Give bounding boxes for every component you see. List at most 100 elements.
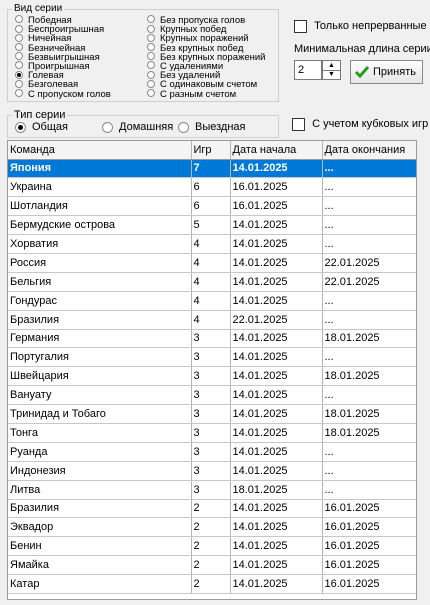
table-row[interactable]: Эквадор 2 14.01.2025 16.01.2025 — [8, 517, 416, 538]
table-row[interactable]: Бермудские острова 5 14.01.2025... — [8, 215, 416, 236]
end-date-cell: ... — [322, 234, 416, 254]
min-length-label: Минимальная длина серии — [294, 43, 430, 55]
table-row[interactable]: Португалия 3 14.01.2025... — [8, 347, 416, 368]
table-row[interactable]: Хорватия 4 14.01.2025... — [8, 234, 416, 254]
table-row[interactable]: Индонезия 3 14.01.2025... — [8, 461, 416, 481]
table-row[interactable]: Бразилия 2 14.01.2025 16.01.2025 — [8, 499, 416, 519]
start-date-cell: 14.01.2025 — [230, 159, 323, 179]
radio-icon[interactable] — [15, 33, 23, 42]
radio-icon[interactable] — [147, 33, 155, 42]
table-row[interactable]: Япония 7 14.01.2025... — [8, 159, 416, 179]
radio-icon[interactable] — [15, 15, 23, 24]
start-date-cell: 14.01.2025 — [230, 423, 323, 443]
vertical-scrollbar[interactable] — [418, 140, 430, 600]
table-row[interactable]: Бельгия 4 14.01.2025 22.01.2025 — [8, 272, 416, 292]
table-row[interactable]: Швейцария 3 14.01.2025 18.01.2025 — [8, 366, 416, 387]
games-cell: 6 — [191, 177, 231, 198]
radio-icon[interactable] — [15, 61, 23, 70]
table-row[interactable]: Вануату 3 14.01.2025... — [8, 385, 416, 406]
table-row[interactable]: Бенин 2 14.01.2025 16.01.2025 — [8, 536, 416, 557]
table-row[interactable]: Ямайка 2 14.01.2025 16.01.2025 — [8, 555, 416, 576]
radio-icon[interactable] — [147, 70, 155, 79]
end-date-cell: 18.01.2025 — [322, 404, 416, 424]
games-cell: 7 — [191, 159, 231, 179]
table-row[interactable]: Германия 3 14.01.2025 18.01.2025 — [8, 329, 416, 349]
cup-games-label: С учетом кубковых игр — [312, 118, 429, 131]
spin-down-icon[interactable]: ▼ — [323, 71, 340, 80]
end-date-cell: 16.01.2025 — [322, 517, 416, 538]
end-date-cell: 16.01.2025 — [322, 536, 416, 557]
team-cell: Вануату — [8, 385, 192, 406]
games-cell: 4 — [191, 253, 231, 273]
end-date-cell: 16.01.2025 — [322, 555, 416, 576]
column-header-start-date[interactable]: Дата начала — [230, 141, 323, 160]
radio-icon[interactable] — [147, 79, 155, 88]
table-row[interactable]: Тринидад и Тобаго 3 14.01.2025 18.01.2025 — [8, 404, 416, 424]
column-header-games[interactable]: Игр — [191, 141, 231, 160]
series-option-col2-8[interactable]: С разным счетом — [147, 88, 237, 100]
min-length-spinner[interactable]: ▲ ▼ — [322, 60, 341, 80]
radio-icon[interactable] — [147, 24, 155, 33]
series-option-col1-8[interactable]: С пропуском голов — [15, 89, 111, 99]
column-header-end-date[interactable]: Дата окончания — [322, 141, 416, 160]
radio-icon[interactable] — [15, 52, 23, 61]
team-cell: Хорватия — [8, 234, 192, 254]
team-cell: Бразилия — [8, 499, 192, 519]
series-kind-option-2[interactable]: Выездная — [178, 121, 246, 133]
team-cell: Швейцария — [8, 366, 192, 387]
series-kind-label: Выездная — [195, 121, 246, 133]
radio-icon[interactable] — [147, 43, 155, 52]
only-continuous-option[interactable]: Только непрерванные — [294, 20, 427, 33]
spin-up-icon[interactable]: ▲ — [323, 61, 340, 71]
radio-icon[interactable] — [147, 15, 155, 24]
games-cell: 3 — [191, 385, 231, 406]
cup-games-option[interactable]: С учетом кубковых игр — [292, 118, 428, 131]
series-kind-label: Домашняя — [119, 121, 174, 133]
accept-button[interactable]: Принять — [350, 60, 423, 84]
start-date-cell: 14.01.2025 — [230, 404, 323, 424]
end-date-cell: ... — [322, 480, 416, 500]
end-date-cell: ... — [322, 310, 416, 330]
end-date-cell: 18.01.2025 — [322, 423, 416, 443]
start-date-cell: 14.01.2025 — [230, 329, 323, 349]
radio-icon[interactable] — [178, 121, 189, 133]
radio-icon[interactable] — [15, 24, 23, 33]
start-date-cell: 16.01.2025 — [230, 177, 323, 198]
min-length-input[interactable]: 2 — [294, 60, 322, 80]
cup-games-checkbox[interactable] — [292, 118, 305, 131]
table-row[interactable]: Украина 6 16.01.2025... — [8, 177, 416, 198]
team-cell: Бермудские острова — [8, 215, 192, 236]
end-date-cell: 16.01.2025 — [322, 499, 416, 519]
table-row[interactable]: Бразилия 4 22.01.2025... — [8, 310, 416, 330]
table-row[interactable]: Литва 3 18.01.2025... — [8, 480, 416, 500]
only-continuous-checkbox[interactable] — [294, 20, 307, 33]
series-option-label: С разным счетом — [160, 88, 237, 100]
radio-icon[interactable] — [147, 89, 155, 98]
column-header-team[interactable]: Команда — [8, 141, 192, 160]
radio-icon[interactable] — [15, 79, 23, 88]
radio-icon[interactable] — [15, 43, 23, 52]
games-cell: 3 — [191, 423, 231, 443]
radio-icon[interactable] — [15, 89, 23, 98]
table-row[interactable]: Катар 2 14.01.2025 16.01.2025 — [8, 574, 416, 594]
table-row[interactable]: Тонга 3 14.01.2025 18.01.2025 — [8, 423, 416, 443]
end-date-cell: ... — [322, 442, 416, 462]
games-cell: 3 — [191, 329, 231, 349]
table-row[interactable]: Шотландия 6 16.01.2025... — [8, 196, 416, 217]
table-row[interactable]: Руанда 3 14.01.2025... — [8, 442, 416, 462]
radio-icon[interactable] — [15, 70, 23, 79]
series-kind-option-0[interactable]: Общая — [15, 121, 68, 133]
series-kind-label: Общая — [32, 121, 68, 133]
radio-icon[interactable] — [102, 121, 113, 133]
start-date-cell: 16.01.2025 — [230, 196, 323, 217]
team-cell: Шотландия — [8, 196, 192, 217]
team-cell: Ямайка — [8, 555, 192, 576]
table-row[interactable]: Россия 4 14.01.2025 22.01.2025 — [8, 253, 416, 273]
series-table[interactable]: Команда Игр Дата начала Дата окончания Я… — [7, 140, 417, 600]
table-row[interactable]: Гондурас 4 14.01.2025... — [8, 291, 416, 311]
team-cell: Португалия — [8, 347, 192, 368]
radio-icon[interactable] — [15, 121, 26, 133]
radio-icon[interactable] — [147, 52, 155, 61]
series-kind-option-1[interactable]: Домашняя — [102, 121, 173, 133]
radio-icon[interactable] — [147, 61, 155, 70]
